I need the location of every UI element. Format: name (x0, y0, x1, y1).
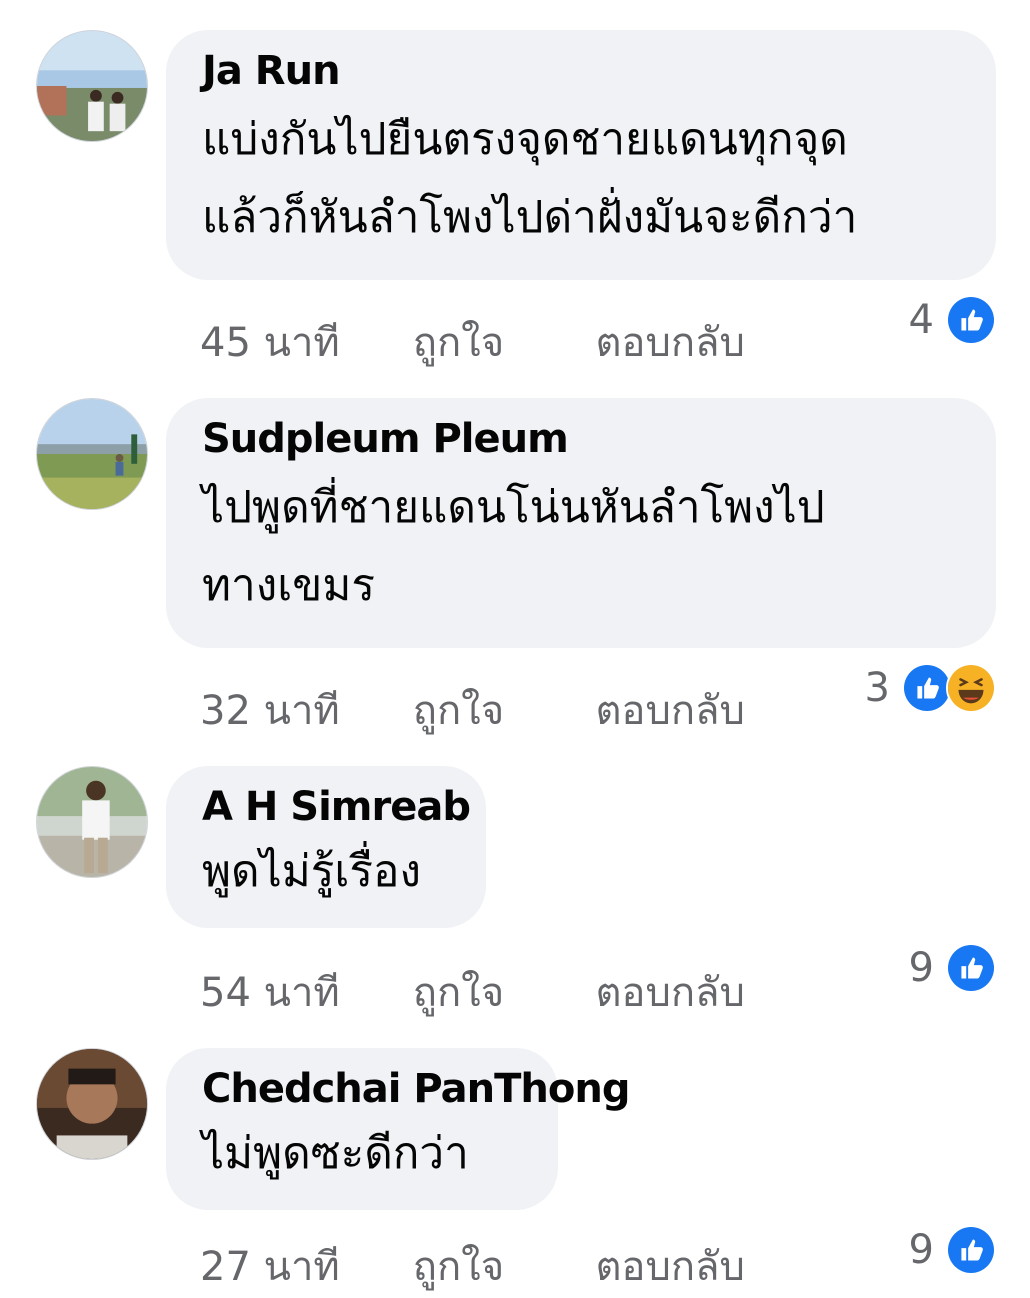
comment-text-line: ไม่พูดซะดีกว่า (202, 1128, 469, 1179)
comment-bubble: A H Simreab พูดไม่รู้เรื่อง (166, 766, 486, 928)
comment-text-line: ทางเขมร (202, 560, 375, 611)
comment-text-line: พูดไม่รู้เรื่อง (202, 846, 421, 897)
comment-text-line: แบ่งกันไปยืนตรงจุดชายแดนทุกจุด (202, 114, 848, 165)
comment-actions: 27 นาที ถูกใจ ตอบกลับ (200, 1234, 745, 1298)
reply-button[interactable]: ตอบกลับ (595, 960, 745, 1024)
comment-text-line: ไปพูดที่ชายแดนโน่นหันลำโพงไป (202, 482, 825, 533)
reaction-summary[interactable]: 9 (908, 943, 996, 993)
comment-bubble: Sudpleum Pleum ไปพูดที่ชายแดนโน่นหันลำโพ… (166, 398, 996, 648)
like-icon (946, 1225, 996, 1275)
comment-timestamp[interactable]: 45 นาที (200, 310, 400, 374)
comment-timestamp[interactable]: 54 นาที (200, 960, 400, 1024)
reaction-count: 3 (864, 665, 890, 711)
reaction-summary[interactable]: 3 (864, 663, 996, 713)
like-icon (946, 943, 996, 993)
avatar[interactable] (36, 30, 148, 142)
avatar[interactable] (36, 1048, 148, 1160)
comment-timestamp[interactable]: 27 นาที (200, 1234, 400, 1298)
comment-actions: 45 นาที ถูกใจ ตอบกลับ (200, 310, 745, 374)
reply-button[interactable]: ตอบกลับ (595, 678, 745, 742)
comment-author[interactable]: Sudpleum Pleum (202, 412, 960, 466)
comment-bubble: Chedchai PanThong ไม่พูดซะดีกว่า (166, 1048, 630, 1210)
like-icon (946, 295, 996, 345)
comment-bubble: Ja Run แบ่งกันไปยืนตรงจุดชายแดนทุกจุด แล… (166, 30, 996, 280)
comment-author[interactable]: Chedchai PanThong (202, 1062, 630, 1116)
like-button[interactable]: ถูกใจ (413, 310, 583, 374)
reply-button[interactable]: ตอบกลับ (595, 1234, 745, 1298)
avatar[interactable] (36, 398, 148, 510)
like-button[interactable]: ถูกใจ (413, 960, 583, 1024)
haha-icon (946, 663, 996, 713)
like-icon (902, 663, 952, 713)
reaction-count: 4 (908, 297, 934, 343)
comment-text-line: แล้วก็หันลำโพงไปด่าฝั่งมันจะดีกว่า (202, 192, 858, 243)
reaction-icons (902, 663, 996, 713)
reply-button[interactable]: ตอบกลับ (595, 310, 745, 374)
avatar[interactable] (36, 766, 148, 878)
like-button[interactable]: ถูกใจ (413, 678, 583, 742)
reaction-count: 9 (908, 945, 934, 991)
reaction-summary[interactable]: 9 (908, 1225, 996, 1275)
comment-timestamp[interactable]: 32 นาที (200, 678, 400, 742)
comment-actions: 54 นาที ถูกใจ ตอบกลับ (200, 960, 745, 1024)
comment-actions: 32 นาที ถูกใจ ตอบกลับ (200, 678, 745, 742)
like-button[interactable]: ถูกใจ (413, 1234, 583, 1298)
reaction-count: 9 (908, 1227, 934, 1273)
comment-author[interactable]: A H Simreab (202, 780, 471, 834)
comment-author[interactable]: Ja Run (202, 44, 960, 98)
reaction-summary[interactable]: 4 (908, 295, 996, 345)
